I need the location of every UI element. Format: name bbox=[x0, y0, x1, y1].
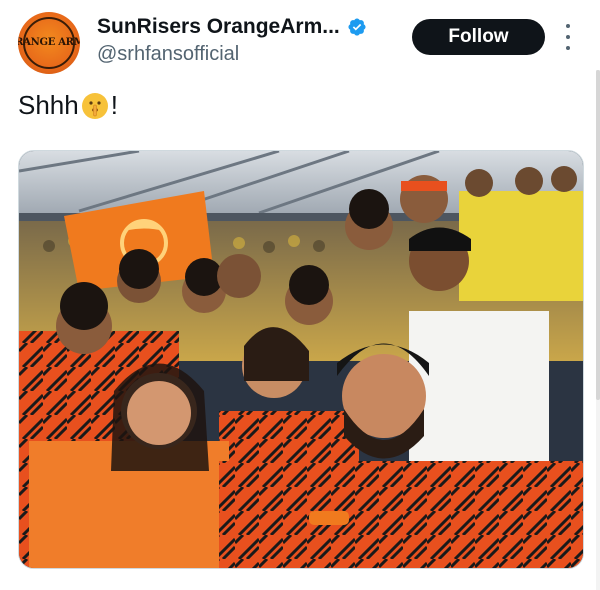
fan-front-right bbox=[219, 461, 583, 568]
follow-button[interactable]: Follow bbox=[412, 19, 545, 55]
tweet-text: Shhh ! bbox=[18, 90, 118, 121]
dot bbox=[566, 46, 570, 50]
tweet-media-photo[interactable] bbox=[18, 150, 584, 569]
author-name-row[interactable]: SunRisers OrangeArm... bbox=[97, 15, 367, 39]
verified-badge-icon bbox=[348, 18, 366, 36]
author-avatar[interactable]: ORANGE ARMY bbox=[18, 12, 80, 74]
shushing-face-emoji-icon bbox=[81, 92, 108, 119]
tweet-card: ORANGE ARMY SunRisers OrangeArm... @srhf… bbox=[0, 0, 600, 590]
author-display-name[interactable]: SunRisers OrangeArm... bbox=[97, 15, 340, 39]
dot bbox=[566, 24, 570, 28]
more-vertical-icon[interactable] bbox=[562, 24, 574, 50]
dot bbox=[566, 35, 570, 39]
tweet-text-main: Shhh bbox=[18, 90, 79, 120]
group-selfie-photo bbox=[19, 151, 583, 568]
avatar-logo-text: ORANGE ARMY bbox=[18, 37, 80, 48]
tweet-text-exclaim: ! bbox=[110, 90, 118, 120]
author-handle[interactable]: @srhfansofficial bbox=[97, 43, 239, 66]
scrollbar-thumb[interactable] bbox=[596, 70, 600, 400]
